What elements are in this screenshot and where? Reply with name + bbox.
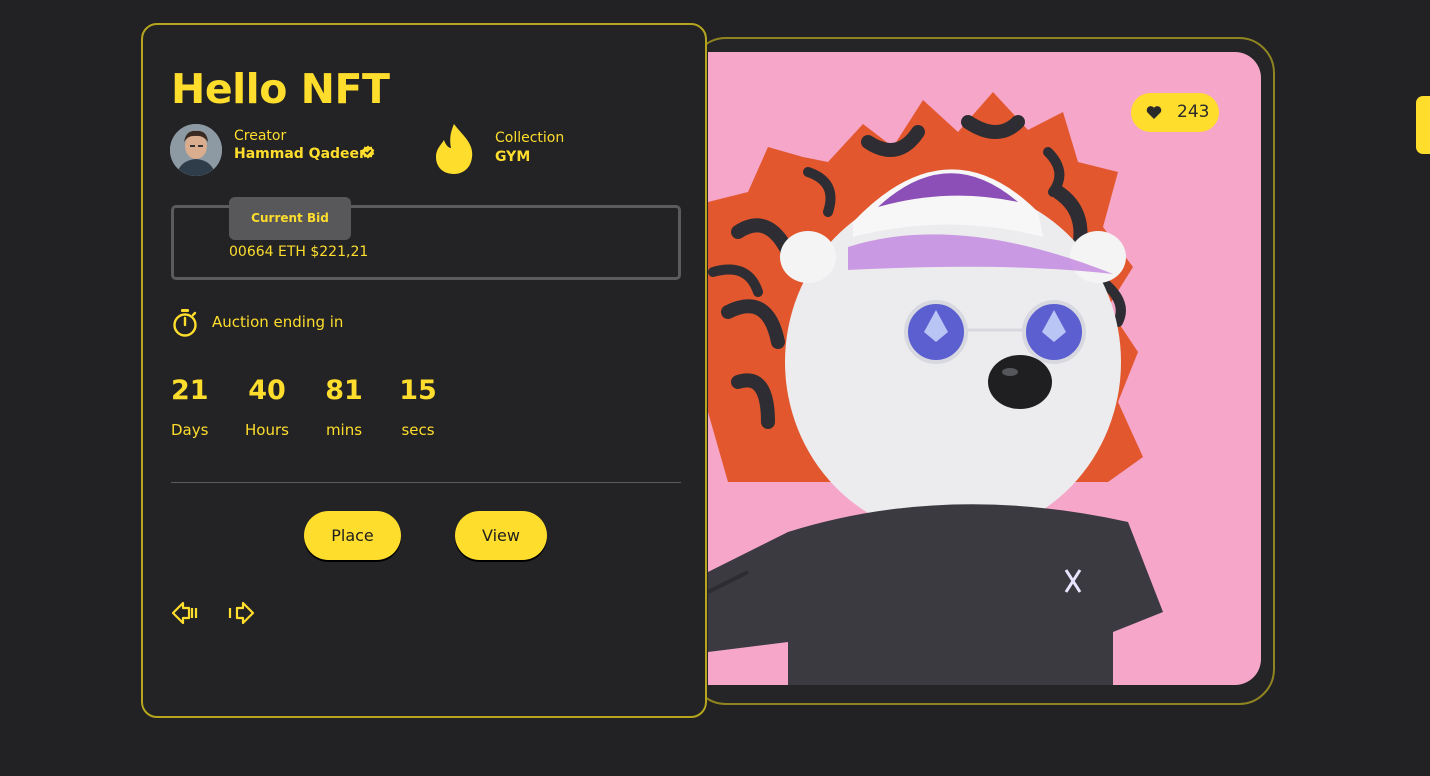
creator-label: Creator bbox=[234, 128, 287, 144]
countdown-value: 40 bbox=[248, 375, 286, 406]
countdown-value: 81 bbox=[325, 375, 363, 406]
countdown-hours: 40 Hours bbox=[244, 375, 290, 439]
nft-details-panel: Hello NFT Creator Hammad Qadeer Collecti… bbox=[141, 23, 707, 718]
side-scroll-handle[interactable] bbox=[1416, 96, 1430, 154]
polar-bear-artwork bbox=[708, 92, 1163, 685]
auction-ending-label: Auction ending in bbox=[212, 313, 344, 331]
heart-icon bbox=[1146, 106, 1162, 119]
page-title: Hello NFT bbox=[171, 65, 390, 113]
stopwatch-icon bbox=[173, 309, 197, 337]
collection-name[interactable]: GYM bbox=[495, 149, 530, 165]
countdown-unit: mins bbox=[325, 421, 363, 439]
likes-badge[interactable]: 243 bbox=[1131, 93, 1219, 132]
countdown-unit: secs bbox=[401, 421, 435, 439]
countdown-days: 21 Days bbox=[171, 375, 209, 439]
creator-name[interactable]: Hammad Qadeer bbox=[234, 146, 366, 162]
countdown-unit: Hours bbox=[245, 421, 289, 439]
place-bid-button[interactable]: Place bbox=[304, 511, 401, 560]
countdown-mins: 81 mins bbox=[325, 375, 363, 439]
section-divider bbox=[171, 482, 681, 483]
likes-count: 243 bbox=[1177, 102, 1210, 122]
current-bid-value: 00664 ETH $221,21 bbox=[229, 244, 369, 260]
flame-icon bbox=[436, 124, 473, 174]
arrow-right-icon[interactable] bbox=[227, 601, 255, 625]
countdown-unit: Days bbox=[171, 421, 209, 439]
collection-label: Collection bbox=[495, 130, 565, 146]
countdown-value: 21 bbox=[171, 375, 209, 406]
verified-badge-icon bbox=[361, 145, 375, 159]
avatar-image bbox=[170, 124, 222, 176]
countdown-secs: 15 secs bbox=[399, 375, 437, 439]
view-button[interactable]: View bbox=[455, 511, 547, 560]
creator-avatar[interactable] bbox=[170, 124, 222, 176]
countdown-value: 15 bbox=[399, 375, 437, 406]
current-bid-tab: Current Bid bbox=[229, 197, 351, 240]
nft-artwork bbox=[708, 52, 1261, 685]
arrow-left-icon[interactable] bbox=[171, 601, 199, 625]
